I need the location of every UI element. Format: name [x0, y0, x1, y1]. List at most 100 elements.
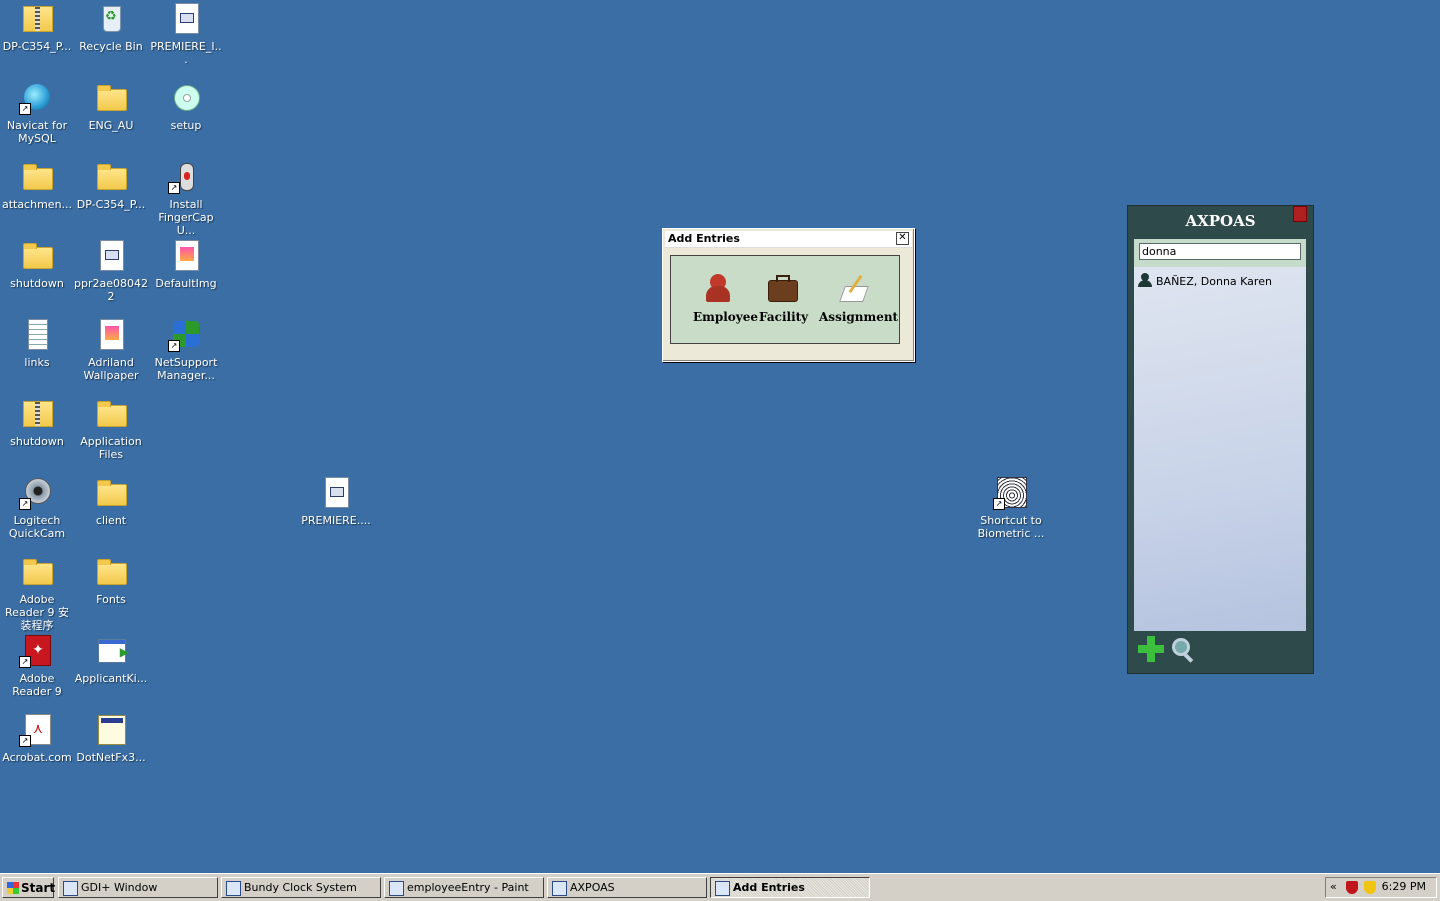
paint-icon — [389, 881, 404, 896]
add-entries-dialog: Add Entries ✕ Employee Facility Assignme… — [662, 228, 915, 362]
taskbar-item-paint[interactable]: employeeEntry - Paint — [384, 877, 544, 898]
folder-icon — [21, 160, 53, 192]
facility-entry-button[interactable]: Facility — [759, 272, 808, 324]
desktop-icon-client[interactable]: client — [74, 476, 148, 527]
widget-toolbar — [1134, 634, 1306, 664]
add-entries-icon — [715, 881, 730, 896]
desktop-icon-recycle-bin[interactable]: Recycle Bin — [74, 2, 148, 53]
desktop-icon-shutdown-folder[interactable]: shutdown — [0, 239, 74, 290]
results-list: BAÑEZ, Donna Karen — [1134, 267, 1306, 631]
folder-icon — [95, 397, 127, 429]
desktop-icon-premiere-2[interactable]: PREMIERE.... — [299, 476, 373, 527]
application-doc-icon — [170, 2, 202, 34]
task-label: employeeEntry - Paint — [407, 881, 529, 894]
axpoas-icon — [552, 881, 567, 896]
facility-briefcase-icon — [766, 272, 798, 304]
clock[interactable]: 6:29 PM — [1382, 880, 1426, 893]
start-label: Start — [21, 881, 56, 895]
tray-expand-icon[interactable]: « — [1330, 880, 1337, 893]
application-doc-icon — [320, 476, 352, 508]
close-icon: ✕ — [898, 232, 907, 243]
image-file-icon — [95, 318, 127, 350]
search-input[interactable] — [1139, 243, 1301, 260]
desktop-icon-biometric-shortcut[interactable]: ↗ Shortcut to Biometric ... — [974, 476, 1048, 540]
gdi-window-icon — [63, 881, 78, 896]
taskbar-item-axpoas[interactable]: AXPOAS — [547, 877, 707, 898]
zip-folder-icon — [21, 397, 53, 429]
folder-icon — [95, 476, 127, 508]
person-icon — [1138, 273, 1152, 287]
desktop-icon-setup[interactable]: setup — [149, 81, 223, 132]
widget-close-button[interactable] — [1293, 206, 1307, 222]
document-icon — [95, 239, 127, 271]
search-bar — [1134, 239, 1306, 267]
desktop-icon-dp-c354-folder[interactable]: DP-C354_P... — [74, 160, 148, 211]
employee-icon — [702, 272, 734, 304]
desktop-icon-application-files[interactable]: Application Files — [74, 397, 148, 461]
webcam-icon: ↗ — [19, 476, 53, 510]
folder-icon — [21, 555, 53, 587]
windows-logo-icon — [7, 882, 19, 894]
desktop-icon-ppr2ae080422[interactable]: ppr2ae080422 — [74, 239, 148, 303]
desktop-icon-shutdown-zip[interactable]: shutdown — [0, 397, 74, 448]
desktop-icon-netsupport-manager[interactable]: ↗ NetSupport Manager... — [149, 318, 223, 382]
desktop-icon-dp-c354-zip[interactable]: DP-C354_P... — [0, 2, 74, 53]
dialog-title: Add Entries — [668, 232, 740, 245]
desktop-icon-logitech-quickcam[interactable]: ↗ Logitech QuickCam — [0, 476, 74, 540]
folder-icon — [95, 555, 127, 587]
desktop-icon-links[interactable]: links — [0, 318, 74, 369]
antivirus-shield-icon[interactable] — [1346, 881, 1358, 894]
desktop-icon-adobe-reader-installer[interactable]: Adobe Reader 9 安装程序 — [0, 555, 74, 632]
list-item[interactable]: BAÑEZ, Donna Karen — [1138, 273, 1272, 288]
text-file-icon — [21, 318, 53, 350]
result-name: BAÑEZ, Donna Karen — [1156, 275, 1272, 288]
adobe-reader-icon: ✦ ↗ — [19, 634, 53, 668]
start-button[interactable]: Start — [2, 877, 56, 898]
folder-icon — [95, 160, 127, 192]
desktop-icon-applicantkit[interactable]: ApplicantKi... — [74, 634, 148, 685]
desktop-icon-fonts[interactable]: Fonts — [74, 555, 148, 606]
desktop-icon-defaultimg[interactable]: DefaultImg — [149, 239, 223, 290]
add-icon[interactable] — [1138, 636, 1164, 662]
taskbar-item-bundy-clock[interactable]: Bundy Clock System — [221, 877, 381, 898]
assignment-entry-button[interactable]: Assignment — [819, 272, 898, 324]
task-label: Add Entries — [733, 881, 805, 894]
recycle-bin-icon — [95, 2, 127, 34]
security-center-icon[interactable] — [1364, 881, 1376, 894]
close-button[interactable]: ✕ — [896, 232, 909, 245]
employee-entry-button[interactable]: Employee — [693, 272, 758, 324]
desktop-icon-attachments[interactable]: attachmen... — [0, 160, 74, 211]
fingerprint-icon: ↗ — [993, 476, 1027, 510]
netsupport-icon: ↗ — [168, 318, 202, 352]
desktop-icon-eng-au[interactable]: ENG_AU — [74, 81, 148, 132]
desktop-icon-navicat[interactable]: ↗ Navicat for MySQL — [0, 81, 74, 145]
assignment-label: Assignment — [819, 310, 899, 324]
desktop-icon-premiere-i[interactable]: PREMIERE_I... — [149, 2, 223, 66]
application-icon — [95, 634, 129, 666]
desktop-icon-install-fingercap[interactable]: ↗ Install FingerCap U... — [149, 160, 223, 237]
image-file-icon — [170, 239, 202, 271]
navicat-icon: ↗ — [19, 81, 53, 115]
dialog-titlebar[interactable]: Add Entries ✕ — [665, 231, 912, 248]
widget-title: AXPOAS — [1185, 212, 1256, 230]
desktop-icon-acrobat-com[interactable]: ⋏ ↗ Acrobat.com — [0, 713, 74, 764]
zip-folder-icon — [21, 2, 53, 34]
setup-icon — [95, 713, 127, 745]
folder-icon — [21, 239, 53, 271]
taskbar-item-gdi-window[interactable]: GDI+ Window — [58, 877, 218, 898]
assignment-icon — [838, 272, 870, 304]
search-icon[interactable] — [1172, 638, 1196, 662]
desktop-icon-dotnetfx3[interactable]: DotNetFx3... — [74, 713, 148, 764]
desktop-icon-adriland-wallpaper[interactable]: Adriland Wallpaper — [74, 318, 148, 382]
system-tray: « 6:29 PM — [1325, 877, 1437, 898]
acrobat-icon: ⋏ ↗ — [19, 713, 53, 747]
task-label: AXPOAS — [570, 881, 615, 894]
task-label: Bundy Clock System — [244, 881, 357, 894]
folder-icon — [95, 81, 127, 113]
taskbar-item-add-entries[interactable]: Add Entries — [710, 877, 870, 898]
facility-label: Facility — [759, 310, 809, 324]
bundy-clock-icon — [226, 881, 241, 896]
axpoas-widget: AXPOAS BAÑEZ, Donna Karen — [1127, 205, 1314, 674]
desktop-icon-adobe-reader[interactable]: ✦ ↗ Adobe Reader 9 — [0, 634, 74, 698]
taskbar: Start GDI+ Window Bundy Clock System emp… — [0, 873, 1440, 901]
